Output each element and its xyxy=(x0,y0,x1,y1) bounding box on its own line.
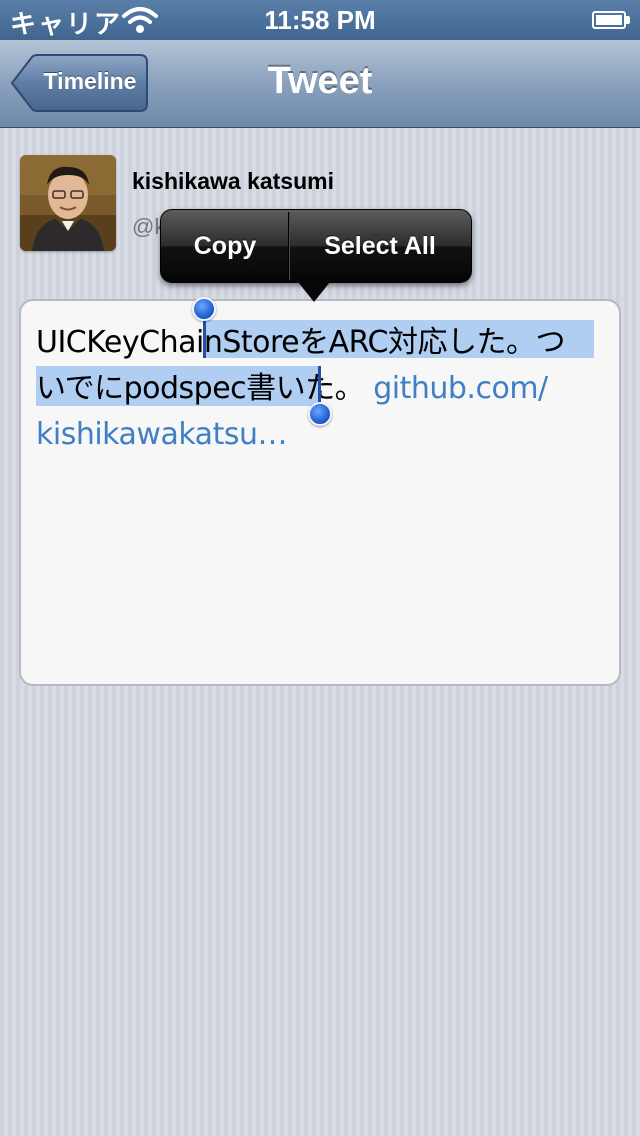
copy-button[interactable]: Copy xyxy=(161,210,289,282)
tweet-text-unselected: た。 xyxy=(305,371,374,406)
tweet-link-part: kishikawakatsu… xyxy=(36,417,287,452)
avatar-photo xyxy=(20,155,116,251)
tweet-text-selected: いでにpodspec書い xyxy=(36,371,306,406)
edit-menu: Copy Select All xyxy=(160,209,472,283)
status-bar: キャリア 11:58 PM xyxy=(0,0,640,40)
selection-start-handle[interactable] xyxy=(192,297,216,321)
avatar[interactable] xyxy=(20,155,116,251)
selection-start-caret xyxy=(203,318,206,358)
page-title: Tweet xyxy=(267,60,373,102)
tweet-text-selected: inStoreをARC対応した。つ xyxy=(196,325,565,360)
clock: 11:58 PM xyxy=(264,5,376,35)
navigation-bar: Timeline Tweet xyxy=(0,40,640,128)
tweet-text-unselected: UICKeyCha xyxy=(36,325,197,360)
tweet-text[interactable]: UICKeyChainStoreをARC対応した。ついでにpodspec書いた。… xyxy=(36,320,606,458)
user-name[interactable]: kishikawa katsumi xyxy=(132,168,334,195)
select-all-button[interactable]: Select All xyxy=(289,210,471,282)
battery-icon xyxy=(592,11,630,29)
edit-menu-arrow xyxy=(298,282,330,302)
tweet-link-part: github.com/ xyxy=(373,371,548,406)
selection-end-handle[interactable] xyxy=(308,402,332,426)
selection-end-caret xyxy=(318,366,321,406)
